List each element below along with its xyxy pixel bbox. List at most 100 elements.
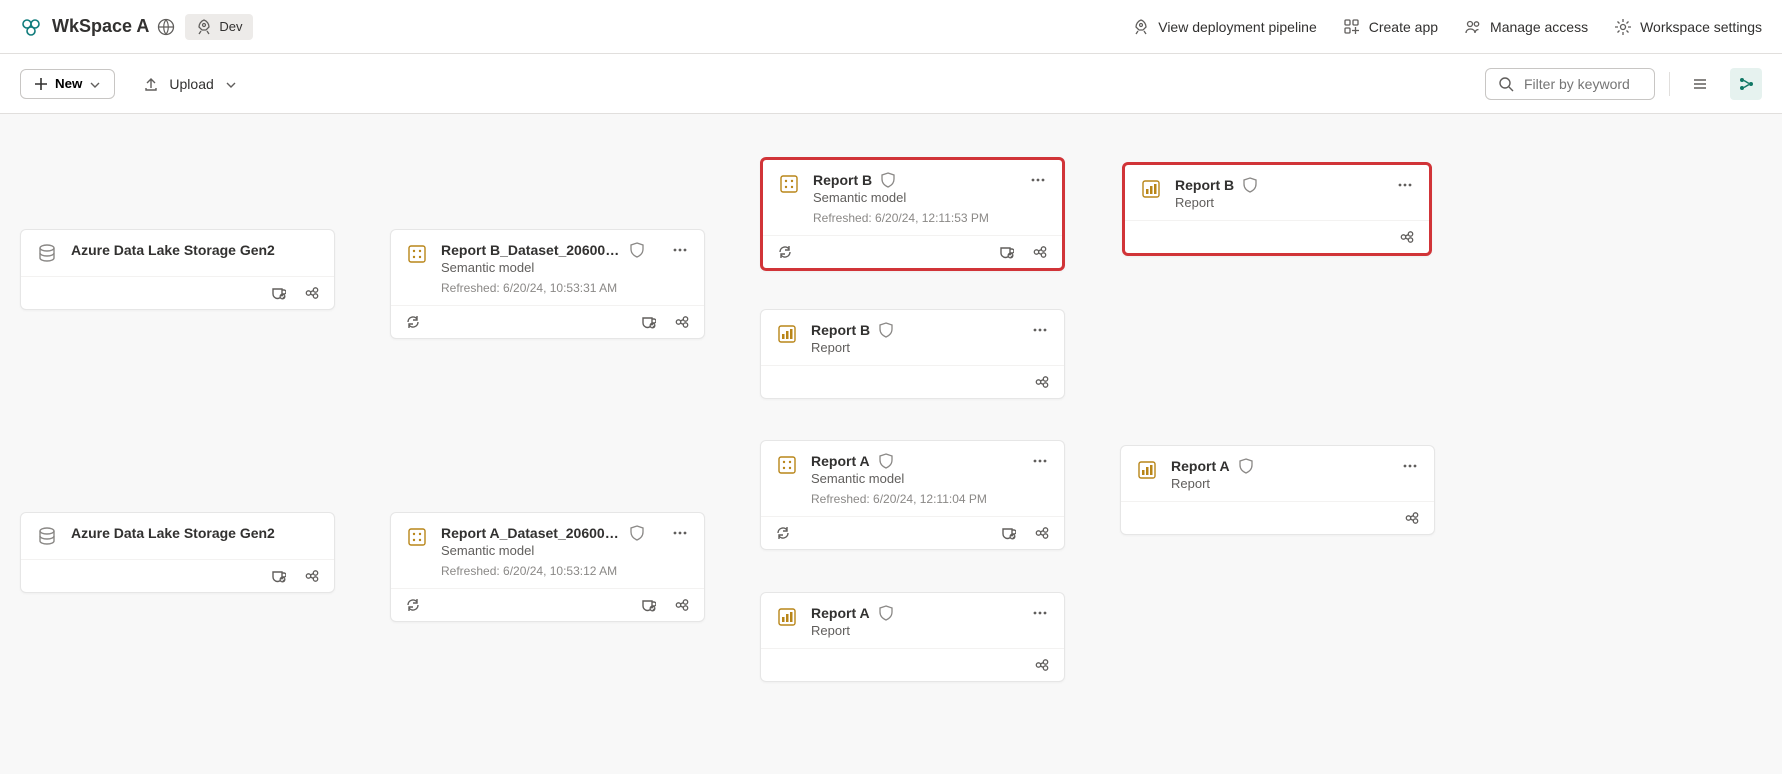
impact-icon[interactable] — [1032, 244, 1048, 260]
node-dataset-b[interactable]: Report B_Dataset_2060000_ae17... Semanti… — [390, 229, 705, 339]
credentials-icon[interactable] — [270, 285, 286, 301]
impact-icon[interactable] — [304, 568, 320, 584]
node-subtitle: Semantic model — [811, 471, 1018, 486]
impact-icon[interactable] — [304, 285, 320, 301]
node-title: Azure Data Lake Storage Gen2 — [71, 525, 275, 541]
shield-icon — [878, 453, 894, 469]
node-subtitle: Semantic model — [813, 190, 1016, 205]
more-button[interactable] — [1030, 605, 1050, 638]
node-meta: Refreshed: 6/20/24, 12:11:04 PM — [811, 492, 1018, 506]
gear-icon — [1614, 18, 1632, 36]
refresh-button[interactable] — [405, 314, 421, 330]
filter-input[interactable] — [1522, 75, 1642, 93]
new-button[interactable]: New — [20, 69, 115, 99]
shield-icon — [629, 242, 645, 258]
lineage-canvas[interactable]: Azure Data Lake Storage Gen2 Report B_Da… — [0, 114, 1782, 774]
refresh-button[interactable] — [405, 597, 421, 613]
semantic-model-icon — [405, 525, 429, 549]
impact-icon[interactable] — [674, 597, 690, 613]
node-title: Azure Data Lake Storage Gen2 — [71, 242, 275, 258]
manage-access-button[interactable]: Manage access — [1464, 18, 1588, 36]
impact-icon[interactable] — [674, 314, 690, 330]
node-subtitle: Report — [811, 623, 1018, 638]
more-button[interactable] — [1395, 177, 1415, 210]
chevron-down-icon — [224, 78, 238, 90]
shield-icon — [878, 322, 894, 338]
workspace-title: WkSpace A — [52, 16, 149, 37]
credentials-icon[interactable] — [640, 314, 656, 330]
report-icon — [1139, 177, 1163, 201]
upload-button[interactable]: Upload — [143, 76, 237, 92]
node-dataset-a[interactable]: Report A_Dataset_2060000_2245... Semanti… — [390, 512, 705, 622]
refresh-button[interactable] — [775, 525, 791, 541]
node-meta: Refreshed: 6/20/24, 10:53:12 AM — [441, 564, 658, 578]
impact-icon[interactable] — [1399, 229, 1415, 245]
shield-icon — [880, 172, 896, 188]
create-app-button[interactable]: Create app — [1343, 18, 1438, 36]
divider — [1669, 72, 1670, 96]
shield-icon — [1238, 458, 1254, 474]
shield-icon — [1242, 177, 1258, 193]
upload-icon — [143, 76, 159, 92]
stage-pill-label: Dev — [219, 19, 242, 34]
credentials-icon[interactable] — [270, 568, 286, 584]
node-title: Report A — [811, 453, 870, 469]
node-report-b-final[interactable]: Report B Report — [1122, 162, 1432, 256]
apps-icon — [1343, 18, 1361, 36]
node-subtitle: Report — [1175, 195, 1383, 210]
impact-icon[interactable] — [1034, 657, 1050, 673]
node-report-b-report[interactable]: Report B Report — [760, 309, 1065, 399]
upload-label: Upload — [169, 76, 213, 92]
node-report-b-semantic[interactable]: Report B Semantic model Refreshed: 6/20/… — [760, 157, 1065, 271]
filter-box[interactable] — [1485, 68, 1655, 100]
node-subtitle: Semantic model — [441, 260, 658, 275]
view-pipeline-button[interactable]: View deployment pipeline — [1132, 18, 1317, 36]
node-report-a-semantic[interactable]: Report A Semantic model Refreshed: 6/20/… — [760, 440, 1065, 550]
people-icon — [1464, 18, 1482, 36]
report-icon — [1135, 458, 1159, 482]
shield-icon — [629, 525, 645, 541]
world-icon — [157, 18, 175, 36]
impact-icon[interactable] — [1034, 525, 1050, 541]
workspace-settings-button[interactable]: Workspace settings — [1614, 18, 1762, 36]
more-button[interactable] — [1400, 458, 1420, 491]
node-subtitle: Semantic model — [441, 543, 658, 558]
node-report-a-report[interactable]: Report A Report — [760, 592, 1065, 682]
search-icon — [1498, 76, 1514, 92]
node-report-a-final[interactable]: Report A Report — [1120, 445, 1435, 535]
node-subtitle: Report — [1171, 476, 1388, 491]
create-app-label: Create app — [1369, 19, 1438, 35]
more-button[interactable] — [1028, 172, 1048, 225]
credentials-icon[interactable] — [640, 597, 656, 613]
database-icon — [35, 525, 59, 549]
lineage-view-button[interactable] — [1730, 68, 1762, 100]
credentials-icon[interactable] — [998, 244, 1014, 260]
view-pipeline-label: View deployment pipeline — [1158, 19, 1317, 35]
impact-icon[interactable] — [1034, 374, 1050, 390]
node-datasource-1[interactable]: Azure Data Lake Storage Gen2 — [20, 229, 335, 310]
node-title: Report B — [811, 322, 870, 338]
credentials-icon[interactable] — [1000, 525, 1016, 541]
manage-access-label: Manage access — [1490, 19, 1588, 35]
rocket-icon — [1132, 18, 1150, 36]
node-title: Report A — [1171, 458, 1230, 474]
top-bar: WkSpace A Dev View deployment pipeline C… — [0, 0, 1782, 54]
node-title: Report B — [813, 172, 872, 188]
workspace-icon — [20, 17, 42, 37]
semantic-model-icon — [777, 172, 801, 196]
new-button-label: New — [55, 76, 82, 91]
top-actions: View deployment pipeline Create app Mana… — [1132, 18, 1762, 36]
list-view-button[interactable] — [1684, 68, 1716, 100]
toolbar: New Upload — [0, 54, 1782, 114]
more-button[interactable] — [670, 525, 690, 578]
more-button[interactable] — [1030, 453, 1050, 506]
more-button[interactable] — [1030, 322, 1050, 355]
more-button[interactable] — [670, 242, 690, 295]
node-subtitle: Report — [811, 340, 1018, 355]
node-datasource-2[interactable]: Azure Data Lake Storage Gen2 — [20, 512, 335, 593]
node-title: Report B_Dataset_2060000_ae17... — [441, 242, 621, 258]
semantic-model-icon — [405, 242, 429, 266]
impact-icon[interactable] — [1404, 510, 1420, 526]
refresh-button[interactable] — [777, 244, 793, 260]
stage-pill[interactable]: Dev — [185, 14, 252, 40]
